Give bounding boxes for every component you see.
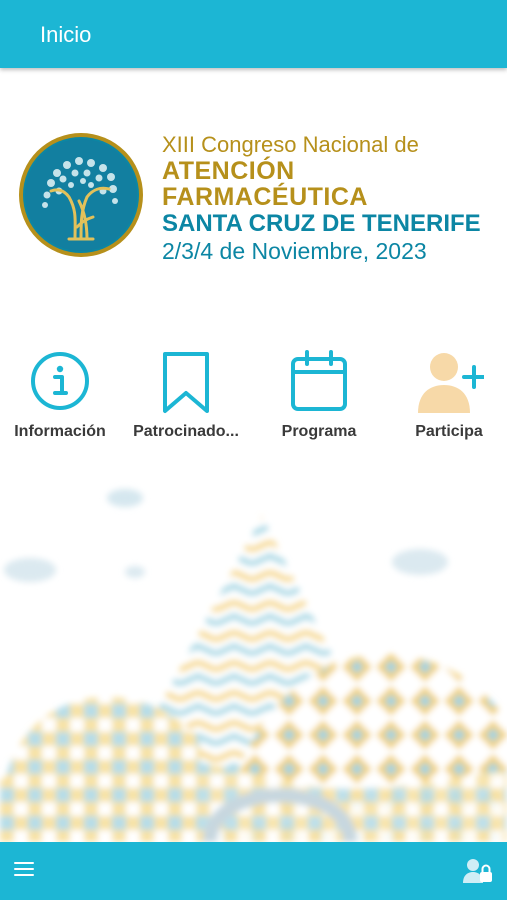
congress-edition: XIII Congreso Nacional de <box>162 132 419 157</box>
main-menu: Información Patrocinado... Programa Part… <box>0 345 507 455</box>
user-add-icon <box>418 353 484 413</box>
congress-name-line1: ATENCIÓN <box>162 157 295 185</box>
menu-item-label: Patrocinado... <box>133 423 239 440</box>
menu-item-label: Información <box>14 423 106 440</box>
congress-name-line2: FARMACÉUTICA <box>162 183 368 211</box>
top-app-bar: Inicio <box>0 0 507 68</box>
page-title: Inicio <box>40 22 92 47</box>
hamburger-menu-icon[interactable] <box>14 862 34 880</box>
bookmark-icon <box>163 352 209 413</box>
info-icon <box>31 352 89 410</box>
background-illustration <box>0 489 507 842</box>
menu-item-programa[interactable]: Programa <box>256 345 382 450</box>
bottom-app-bar <box>0 842 507 900</box>
congress-title-block: XIII Congreso Nacional de ATENCIÓN FARMA… <box>162 132 481 264</box>
menu-item-label: Participa <box>415 423 483 440</box>
congress-banner: XIII Congreso Nacional de ATENCIÓN FARMA… <box>0 110 507 290</box>
menu-item-patrocinadores[interactable]: Patrocinado... <box>123 345 249 450</box>
congress-dates: 2/3/4 de Noviembre, 2023 <box>162 238 427 264</box>
congress-location: SANTA CRUZ DE TENERIFE <box>162 210 481 237</box>
user-lock-icon[interactable] <box>462 857 494 885</box>
calendar-icon <box>291 350 347 411</box>
menu-item-informacion[interactable]: Información <box>0 345 123 450</box>
menu-item-label: Programa <box>281 423 357 440</box>
congress-tree-logo <box>19 133 143 257</box>
menu-item-participa[interactable]: Participa <box>386 345 507 450</box>
